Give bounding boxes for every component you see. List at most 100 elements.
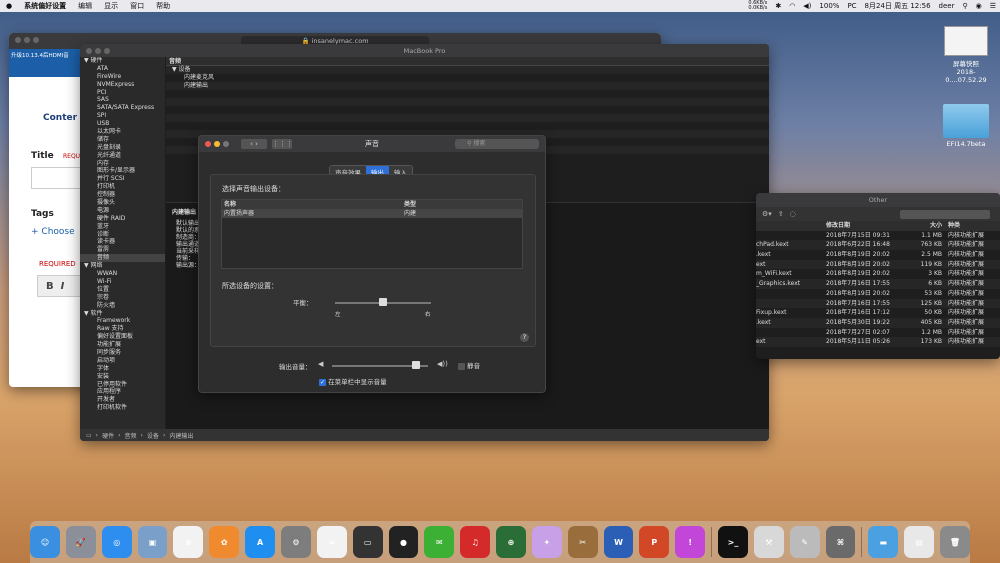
sidebar-item[interactable]: 应用程序 — [80, 388, 165, 396]
desktop-screenshot-file[interactable]: 屏幕快照 2018-0....07.52.29 — [936, 26, 996, 84]
safari-icon[interactable]: ◎ — [101, 526, 132, 558]
zoom-button[interactable] — [33, 37, 39, 43]
sidebar-item[interactable]: 已停用软件 — [80, 381, 165, 389]
share-icon[interactable]: ⇪ — [778, 210, 784, 218]
menu-help[interactable]: 帮助 — [150, 1, 176, 11]
help-button[interactable]: ? — [520, 333, 529, 342]
sidebar-item[interactable]: 以太网卡 — [80, 128, 165, 136]
tree-row-mic[interactable]: 内建麦克风 — [166, 74, 769, 82]
sidebar-item[interactable]: 启动项 — [80, 357, 165, 365]
sidebar-section[interactable]: ▼ 软件 — [80, 310, 165, 318]
sidebar-item[interactable]: WWAN — [80, 270, 165, 278]
col-size[interactable]: 大小 — [900, 221, 948, 231]
sidebar-item[interactable]: 打印机 — [80, 183, 165, 191]
show-all-grid-icon[interactable]: ⋮⋮⋮ — [272, 139, 293, 149]
clock[interactable]: 8月24日 周五 12:56 — [861, 1, 935, 11]
back-forward-buttons[interactable]: ‹ › — [241, 139, 267, 149]
table-row[interactable]: Fixup.kext 2018年7月16日 17:12 50 KB 内核功能扩展 — [756, 308, 1000, 318]
sidebar-item[interactable]: 电源 — [80, 207, 165, 215]
sidebar-item[interactable]: Raw 支持 — [80, 325, 165, 333]
tree-row-devices[interactable]: ▼ 设备 — [166, 66, 769, 74]
search-input[interactable]: ⚲ 搜索 — [455, 139, 539, 149]
sidebar-item[interactable]: 读卡器 — [80, 238, 165, 246]
sidebar-section[interactable]: ▼ 网络 — [80, 262, 165, 270]
path-devices[interactable]: 设备 — [147, 431, 159, 440]
volume-icon[interactable]: ◀) — [799, 2, 815, 10]
user-name[interactable]: deer — [935, 2, 959, 10]
table-row[interactable]: ext 2018年5月11日 05:26 173 KB 内核功能扩展 — [756, 337, 1000, 347]
sidebar-item[interactable]: 诊断 — [80, 231, 165, 239]
sidebar-item[interactable]: 储存 — [80, 136, 165, 144]
menu-view[interactable]: 显示 — [98, 1, 124, 11]
italic-button[interactable]: I — [61, 281, 65, 292]
table-row[interactable]: 2018年7月27日 02:07 1.2 MB 内核功能扩展 — [756, 328, 1000, 338]
unicorn-icon[interactable]: ✦ — [531, 526, 562, 558]
input-source[interactable]: PC — [843, 2, 860, 10]
sidebar-section[interactable]: ▼ 硬件 — [80, 57, 165, 65]
sidebar-item[interactable]: 打印机软件 — [80, 404, 165, 412]
sidebar-item[interactable]: 控制器 — [80, 191, 165, 199]
sidebar-item[interactable]: ATA — [80, 65, 165, 73]
path-hardware[interactable]: 硬件 — [102, 431, 114, 440]
sidebar-item[interactable]: 安装 — [80, 373, 165, 381]
sidebar-item[interactable]: Wi-Fi — [80, 278, 165, 286]
tree-row-output[interactable]: 内建输出 — [166, 82, 769, 90]
table-row[interactable]: .kext 2018年8月19日 20:02 2.5 MB 内核功能扩展 — [756, 250, 1000, 260]
sidebar-item[interactable]: USB — [80, 120, 165, 128]
qq-icon[interactable]: ● — [388, 526, 419, 558]
sidebar-item[interactable]: SATA/SATA Express — [80, 104, 165, 112]
action-gear-icon[interactable]: ⚙▾ — [762, 210, 772, 218]
minimize-button[interactable] — [24, 37, 30, 43]
table-row[interactable]: chPad.kext 2018年6月22日 16:48 763 KB 内核功能扩展 — [756, 240, 1000, 251]
sidebar-item[interactable]: 功能扩展 — [80, 341, 165, 349]
sidebar-item[interactable]: 硬件 RAID — [80, 215, 165, 223]
col-type[interactable]: 类型 — [404, 200, 416, 209]
title-input[interactable] — [31, 167, 81, 189]
monitor-icon[interactable]: ▭ — [352, 526, 383, 558]
wifi-icon[interactable]: ◠ — [785, 2, 799, 10]
sidebar-item[interactable]: 开发者 — [80, 396, 165, 404]
sidebar-item[interactable]: 摄像头 — [80, 199, 165, 207]
sidebar-item[interactable]: SAS — [80, 96, 165, 104]
table-row[interactable]: _Graphics.kext 2018年7月16日 17:55 6 KB 内核功能扩展 — [756, 279, 1000, 289]
launchpad-icon[interactable]: 🚀 — [65, 526, 96, 558]
sidebar-item[interactable]: 宗卷 — [80, 294, 165, 302]
minimize-button[interactable] — [214, 141, 220, 147]
reminders-icon[interactable]: ≡ — [173, 526, 204, 558]
volume-slider-knob[interactable] — [412, 361, 421, 369]
menu-app-name[interactable]: 系统偏好设置 — [18, 1, 72, 11]
table-row[interactable]: 2018年7月16日 17:55 125 KB 内核功能扩展 — [756, 298, 1000, 309]
appstore-icon[interactable]: A — [245, 526, 275, 558]
baidunetdisk-icon[interactable]: ∞ — [316, 526, 347, 558]
menu-edit[interactable]: 编辑 — [72, 1, 98, 11]
finder-icon[interactable]: ☺ — [30, 526, 60, 558]
globe-app-icon[interactable]: ⊕ — [496, 526, 526, 558]
zoom-button[interactable] — [104, 48, 110, 54]
apple-menu-icon[interactable]: ● — [0, 2, 18, 10]
zoom-button[interactable] — [223, 141, 229, 147]
table-row[interactable]: .kext 2018年5月30日 19:22 405 KB 内核功能扩展 — [756, 317, 1000, 328]
desktop-folder[interactable]: EFI14.7beta — [936, 104, 996, 148]
close-button[interactable] — [205, 141, 211, 147]
bold-button[interactable]: B — [46, 281, 54, 292]
sidebar-item[interactable]: NVMExpress — [80, 81, 165, 89]
bluetooth-icon[interactable]: ✱ — [771, 2, 785, 10]
col-modified[interactable]: 修改日期 — [826, 221, 900, 231]
sidebar-item[interactable]: PCI — [80, 89, 165, 97]
battery-percent[interactable]: 100% — [815, 2, 843, 10]
preview-icon[interactable]: ▣ — [137, 526, 168, 558]
terminal-icon[interactable]: >_ — [718, 526, 748, 558]
sidebar-item[interactable]: 位置 — [80, 286, 165, 294]
choose-tags-link[interactable]: + Choose — [31, 227, 75, 237]
sidebar-item[interactable]: FireWire — [80, 73, 165, 81]
powerpoint-icon[interactable]: P — [639, 526, 670, 558]
menu-window[interactable]: 窗口 — [124, 1, 150, 11]
system-preferences-icon[interactable]: ⚙ — [281, 526, 311, 558]
show-volume-in-menubar-checkbox[interactable]: ✓ 在菜单栏中显示音量 — [319, 376, 387, 386]
xcode-icon[interactable]: ⚒ — [753, 526, 784, 558]
netease-music-icon[interactable]: ♫ — [460, 526, 491, 558]
trash-icon[interactable]: 🗑 — [940, 526, 970, 558]
tag-icon[interactable]: ◌ — [790, 210, 796, 218]
sidebar-item[interactable]: 同步服务 — [80, 349, 165, 357]
word-icon[interactable]: W — [603, 526, 634, 558]
